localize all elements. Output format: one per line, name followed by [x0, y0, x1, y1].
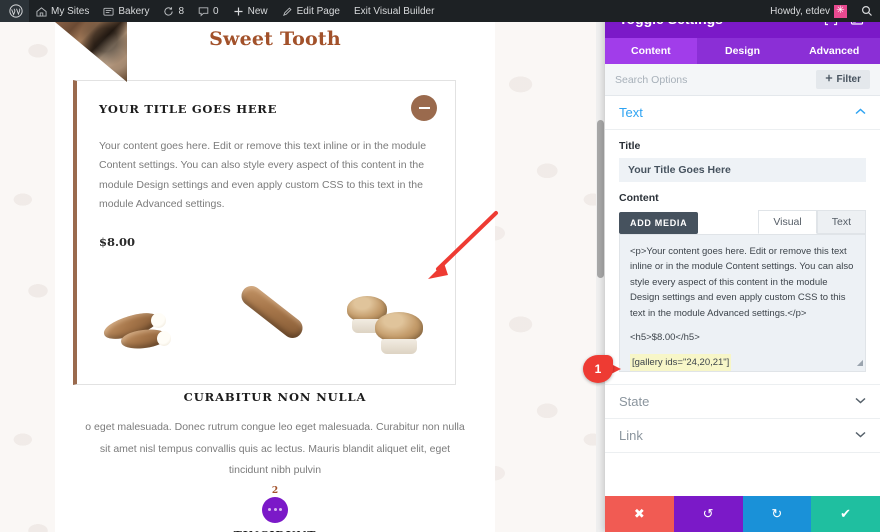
admin-bar-label: 0	[213, 5, 219, 17]
visual-builder-canvas[interactable]: Sweet Tooth YOUR TITLE GOES HERE Your co…	[0, 22, 605, 532]
chevron-up-icon[interactable]	[855, 107, 866, 118]
tincidunt-label: TINCIDUNT	[67, 529, 483, 532]
admin-bar-item-exit-visual-builder[interactable]: Exit Visual Builder	[347, 0, 441, 22]
admin-bar-item-updates[interactable]: 8	[156, 0, 191, 22]
plus-icon	[825, 74, 833, 85]
admin-bar-label: My Sites	[51, 5, 90, 17]
page-sheet: Sweet Tooth YOUR TITLE GOES HERE Your co…	[55, 22, 495, 532]
editor-tabs[interactable]: Visual Text	[758, 210, 866, 234]
toggle-body: Your content goes here. Edit or remove t…	[77, 137, 455, 249]
title-input[interactable]	[619, 158, 866, 182]
chevron-down-icon[interactable]	[855, 396, 866, 407]
editor-shortcode-line: [gallery ids="24,20,21"]	[630, 354, 732, 371]
toggle-title: YOUR TITLE GOES HERE	[99, 102, 278, 116]
wp-admin-bar: My Sites Bakery 8 0 New Edit Page Exit V…	[0, 0, 880, 22]
tab-design[interactable]: Design	[697, 38, 789, 64]
redo-button[interactable]: ↻	[742, 496, 812, 532]
content-textarea[interactable]: <p>Your content goes here. Edit or remov…	[619, 234, 866, 372]
wordpress-logo-icon	[9, 4, 23, 18]
section-text-header[interactable]: Text	[605, 96, 880, 130]
filter-label: Filter	[836, 74, 861, 85]
editor-blank-line-2	[630, 345, 855, 354]
comments-icon	[198, 6, 209, 17]
gallery-row	[99, 280, 439, 368]
header-corner-photo	[55, 22, 127, 82]
undo-button[interactable]: ↺	[673, 496, 743, 532]
updates-icon	[163, 6, 174, 17]
admin-bar-label: Bakery	[118, 5, 150, 17]
sites-icon	[36, 6, 47, 17]
editor-heading-line: <h5>$8.00</h5>	[630, 331, 700, 343]
filter-button[interactable]: Filter	[815, 70, 870, 89]
collapsed-sections: State Link	[605, 384, 880, 453]
admin-bar-item-new[interactable]: New	[226, 0, 275, 22]
editor-toolbar: ADD MEDIA Visual Text	[619, 210, 866, 234]
resize-grip[interactable]: ◢	[857, 357, 863, 370]
admin-bar-item-bakery[interactable]: Bakery	[96, 0, 156, 22]
editor-blank-line	[630, 321, 855, 330]
wordpress-logo-button[interactable]	[0, 0, 29, 22]
baguette-image[interactable]	[220, 281, 318, 368]
section-state-label: State	[619, 394, 650, 409]
admin-bar-item-comments[interactable]: 0	[191, 0, 226, 22]
admin-bar-search-button[interactable]	[854, 0, 880, 22]
admin-bar-howdy[interactable]: Howdy, etdev ✳	[763, 0, 854, 22]
search-options-bar[interactable]: Filter	[605, 64, 880, 96]
howdy-label: Howdy, etdev	[770, 5, 830, 17]
tab-advanced[interactable]: Advanced	[788, 38, 880, 64]
search-input[interactable]	[615, 73, 816, 86]
toggle-header[interactable]: YOUR TITLE GOES HERE	[77, 81, 455, 137]
add-media-button[interactable]: ADD MEDIA	[619, 212, 699, 234]
admin-bar-label: New	[247, 5, 268, 17]
canvas-scrollbar[interactable]	[596, 22, 605, 532]
section-state-header[interactable]: State	[605, 385, 880, 419]
title-field: Title	[605, 130, 880, 182]
cancel-button[interactable]: ✖	[605, 496, 674, 532]
lower-text-section: CURABITUR NON NULLA o eget malesuada. Do…	[67, 390, 483, 532]
chevron-down-icon[interactable]	[855, 430, 866, 441]
admin-bar-label: Edit Page	[296, 5, 340, 17]
pastry-cannoli-image[interactable]	[99, 288, 197, 368]
admin-bar-label: Exit Visual Builder	[353, 5, 435, 17]
editor-tab-visual[interactable]: Visual	[758, 210, 817, 234]
canvas-scrollbar-thumb[interactable]	[597, 120, 604, 278]
settings-footer[interactable]: ✖ ↺ ↻ ✔	[605, 496, 880, 532]
lower-paragraph: o eget malesuada. Donec rutrum congue le…	[85, 421, 465, 477]
module-settings-panel[interactable]: Toggle Settings Content Design Advanced …	[583, 0, 880, 532]
toggle-price: $8.00	[99, 234, 136, 249]
search-icon	[861, 5, 873, 17]
title-label: Title	[619, 140, 641, 152]
muffins-image[interactable]	[341, 288, 439, 368]
section-text-label: Text	[619, 105, 643, 120]
pencil-icon	[282, 6, 293, 17]
avatar: ✳	[834, 4, 847, 18]
site-icon	[103, 6, 114, 17]
admin-bar-item-edit-page[interactable]: Edit Page	[275, 0, 347, 22]
plus-icon	[233, 6, 244, 17]
admin-bar-label: 8	[178, 5, 185, 17]
editor-paragraph-line: <p>Your content goes here. Edit or remov…	[630, 246, 854, 319]
minus-circle-icon[interactable]	[411, 95, 437, 121]
content-label: Content	[619, 192, 659, 204]
section-link-label: Link	[619, 428, 643, 443]
admin-bar-item-my-sites[interactable]: My Sites	[29, 0, 96, 22]
toggle-paragraph: Your content goes here. Edit or remove t…	[99, 140, 427, 211]
content-field: Content ADD MEDIA Visual Text	[605, 182, 880, 234]
annotation-pin-one: 1	[583, 355, 625, 383]
save-button[interactable]: ✔	[811, 496, 880, 532]
ellipsis-icon[interactable]	[262, 496, 288, 523]
settings-tabs[interactable]: Content Design Advanced	[605, 38, 880, 64]
annotation-pin-number: 1	[583, 355, 613, 383]
settings-body: Text Title Content ADD MEDIA Visual Text…	[605, 96, 880, 496]
section-link-header[interactable]: Link	[605, 419, 880, 453]
lower-heading: CURABITUR NON NULLA	[183, 390, 367, 404]
tab-content[interactable]: Content	[605, 38, 697, 64]
toggle-module[interactable]: YOUR TITLE GOES HERE Your content goes h…	[73, 80, 456, 385]
annotation-badge-two: 2	[271, 485, 279, 496]
editor-tab-text[interactable]: Text	[816, 210, 866, 234]
